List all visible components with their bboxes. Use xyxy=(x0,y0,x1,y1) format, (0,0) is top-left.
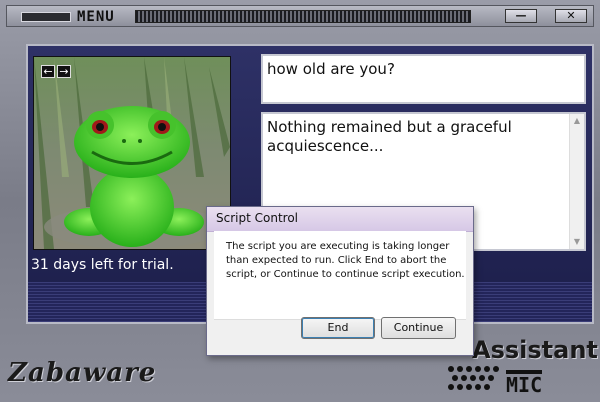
close-button[interactable]: ✕ xyxy=(555,9,587,23)
dialog-body: The script you are executing is taking l… xyxy=(214,231,466,320)
scroll-up-icon[interactable]: ▲ xyxy=(570,114,584,128)
photo-nav: ← → xyxy=(41,65,71,78)
trial-status: 31 days left for trial. xyxy=(31,257,174,273)
end-button[interactable]: End xyxy=(301,317,375,339)
menu-button[interactable]: MENU xyxy=(77,9,115,25)
avatar-image xyxy=(33,56,231,250)
mic-button[interactable]: MIC xyxy=(506,370,543,395)
dialog-title-bar[interactable]: Script Control xyxy=(207,207,473,232)
drag-grip[interactable] xyxy=(135,10,471,23)
title-bar[interactable]: MENU — ✕ xyxy=(6,5,594,27)
dialog-title: Script Control xyxy=(216,211,298,225)
continue-button[interactable]: Continue xyxy=(381,317,456,339)
mic-grille-icon xyxy=(448,366,499,390)
menu-slot[interactable] xyxy=(21,12,71,22)
next-arrow-icon[interactable]: → xyxy=(57,65,71,78)
frog-illustration xyxy=(34,57,230,249)
zabaware-logo: Zabaware xyxy=(8,358,157,388)
prev-arrow-icon[interactable]: ← xyxy=(41,65,55,78)
response-scrollbar[interactable]: ▲ ▼ xyxy=(569,114,584,249)
response-text: Nothing remained but a graceful acquiesc… xyxy=(267,118,512,155)
question-input[interactable]: how old are you? xyxy=(261,54,586,104)
minimize-button[interactable]: — xyxy=(505,9,537,23)
dialog-message: The script you are executing is taking l… xyxy=(226,241,465,280)
assistant-logo: Assistant xyxy=(472,336,598,364)
scroll-down-icon[interactable]: ▼ xyxy=(570,235,584,249)
script-control-dialog: Script Control The script you are execut… xyxy=(206,206,474,356)
